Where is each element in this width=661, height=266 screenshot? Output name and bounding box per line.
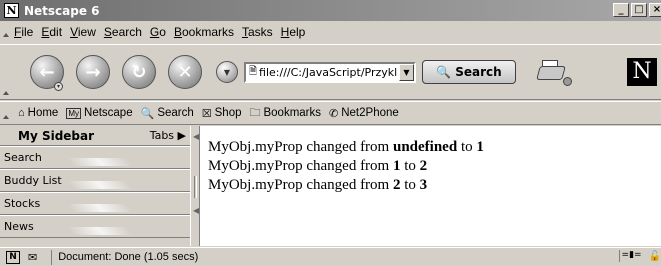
sidebar-panel-buddy-list[interactable]: Buddy List (0, 169, 190, 192)
status-text: Document: Done (1.05 secs) (51, 249, 198, 265)
menu-go[interactable]: Go (146, 25, 170, 39)
window-controls: _ □ × (613, 3, 661, 17)
sidebar-panel-news[interactable]: News (0, 215, 190, 238)
net2phone-button[interactable]: ✆ Net2Phone (329, 107, 399, 120)
history-dropdown-button[interactable]: ▼ (216, 61, 238, 83)
search-link-button[interactable]: 🔍 Search (141, 107, 194, 120)
reload-button[interactable]: ↻ (122, 55, 156, 89)
output-line: MyObj.myProp changed from 2 to 3 (208, 177, 428, 193)
splitter-grip[interactable] (194, 176, 197, 198)
output-line: MyObj.myProp changed from undefined to 1 (208, 139, 484, 155)
page-content: MyObj.myProp changed from undefined to 1… (200, 126, 661, 246)
back-icon: ← (39, 61, 55, 83)
forward-icon: → (85, 61, 101, 83)
sidebar: My Sidebar Tabs ▶ Search Buddy List Stoc… (0, 126, 190, 246)
status-indicators: =▮= 🔓 (618, 250, 661, 262)
search-button-label: Search (455, 65, 502, 79)
bookmarks-folder-icon: 🗀 (249, 106, 261, 119)
navigation-toolbar: ← ▾ → ↻ ✕ ▼ 🗎 file:///C:/JavaScript/Przy… (0, 44, 661, 100)
online-status-icon[interactable]: =▮= (618, 250, 643, 262)
sidebar-panel-stocks[interactable]: Stocks (0, 192, 190, 215)
forward-button[interactable]: → (76, 55, 110, 89)
url-dropdown-button[interactable]: ▼ (399, 63, 414, 81)
shop-button[interactable]: ☒ Shop (202, 107, 242, 120)
status-bar: N ✉ Document: Done (1.05 secs) =▮= 🔓 (0, 247, 661, 266)
menu-tasks[interactable]: Tasks (238, 25, 277, 39)
reload-icon: ↻ (131, 61, 147, 83)
search-button[interactable]: 🔍 Search (422, 60, 516, 84)
sidebar-tabs-menu[interactable]: Tabs ▶ (150, 129, 186, 142)
url-text: file:///C:/JavaScript/Przykl (259, 65, 398, 79)
sidebar-title: My Sidebar (18, 128, 95, 143)
search-icon: 🔍 (140, 107, 155, 120)
close-button[interactable]: × (649, 3, 661, 17)
menu-help[interactable]: Help (277, 25, 310, 39)
personal-toolbar: ⌂ Home My Netscape 🔍 Search ☒ Shop 🗀 Boo… (0, 101, 661, 125)
output-line: MyObj.myProp changed from 1 to 2 (208, 158, 428, 174)
netscape-throbber[interactable]: N (627, 58, 657, 86)
menu-bookmarks[interactable]: Bookmarks (170, 25, 238, 39)
shop-icon: ☒ (201, 107, 212, 120)
sidebar-splitter[interactable]: ◀ ◀ (190, 126, 200, 246)
my-netscape-icon: My (66, 107, 82, 119)
security-lock-icon[interactable]: 🔓 (649, 251, 661, 262)
toolbar-grip[interactable] (0, 44, 10, 100)
home-icon: ⌂ (18, 107, 25, 119)
page-proxy-icon[interactable]: 🗎 (249, 64, 257, 81)
my-netscape-button[interactable]: My Netscape (66, 107, 133, 119)
search-icon: 🔍 (436, 65, 452, 79)
stop-icon: ✕ (177, 61, 193, 83)
printer-icon (536, 66, 566, 80)
menu-view[interactable]: View (66, 25, 100, 39)
menu-edit[interactable]: Edit (37, 25, 66, 39)
netscape-status-icon[interactable]: N (6, 250, 20, 264)
bookmarks-button[interactable]: 🗀 Bookmarks (249, 104, 321, 123)
print-dropdown-icon[interactable] (563, 77, 572, 86)
collapse-arrow-icon[interactable]: ◀ (193, 206, 199, 215)
menu-file[interactable]: File (10, 25, 37, 39)
browser-window: N Netscape 6 _ □ × File Edit View Search… (0, 0, 661, 266)
print-button[interactable] (536, 58, 572, 86)
title-bar: N Netscape 6 _ □ × (0, 0, 661, 21)
stop-button[interactable]: ✕ (168, 55, 202, 89)
menu-search[interactable]: Search (100, 25, 146, 39)
net2phone-icon: ✆ (329, 107, 339, 120)
toolbar-grip[interactable] (0, 102, 10, 124)
minimize-button[interactable]: _ (613, 3, 629, 17)
window-title: Netscape 6 (24, 3, 100, 18)
netscape-app-icon: N (4, 3, 19, 18)
back-dropdown-icon[interactable]: ▾ (54, 82, 63, 91)
url-input[interactable]: 🗎 file:///C:/JavaScript/Przykl ▼ (244, 61, 416, 83)
maximize-button[interactable]: □ (631, 3, 647, 17)
mail-icon[interactable]: ✉ (28, 251, 37, 264)
home-button[interactable]: ⌂ Home (18, 107, 58, 119)
sidebar-header: My Sidebar Tabs ▶ (0, 126, 190, 146)
url-area: ▼ 🗎 file:///C:/JavaScript/Przykl ▼ 🔍 Sea… (216, 60, 516, 84)
collapse-arrow-icon[interactable]: ◀ (193, 132, 199, 141)
sidebar-panel-search[interactable]: Search (0, 146, 190, 169)
menu-bar: File Edit View Search Go Bookmarks Tasks… (0, 21, 661, 42)
toolbar-grip[interactable] (0, 21, 10, 42)
back-button[interactable]: ← ▾ (30, 55, 64, 91)
